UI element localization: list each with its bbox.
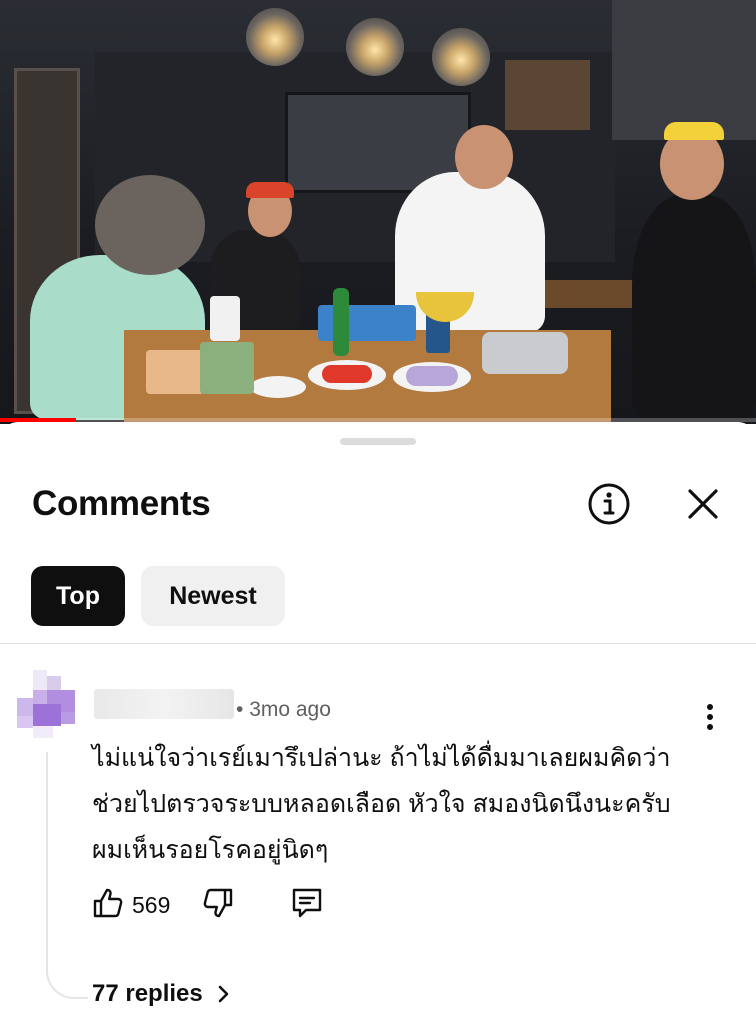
vegetable-packs [200,342,254,394]
comment-time-text: 3mo ago [249,698,331,721]
reply-comment-icon [293,888,322,917]
chevron-right-icon [218,985,229,1003]
comment-line: ผมเห็นรอยโรคอยู่นิดๆ [92,836,329,864]
steel-pot [482,332,568,374]
chef-head [455,125,513,189]
close-button[interactable] [680,481,726,527]
divider [0,643,756,644]
comment-username-redacted[interactable] [94,689,234,719]
comment-timestamp: • 3mo ago [236,698,331,721]
info-button[interactable] [586,481,632,527]
person-left-hair [95,175,205,275]
red-cap [246,182,294,198]
white-cup [210,296,240,341]
video-player[interactable] [0,0,756,424]
page-title: Comments [32,484,211,523]
drag-handle[interactable] [340,438,416,445]
close-icon [688,489,718,519]
like-button[interactable] [92,887,124,924]
comment-more-button[interactable] [698,703,722,731]
herb-plate [250,376,306,398]
pendant-lamp [432,28,490,86]
comment-text: ไม่แน่ใจว่าเรย์เมารึเปล่านะ ถ้าไม่ได้ดื่… [92,735,712,873]
food-packs [146,350,204,394]
purple-onion [406,366,458,386]
comment-actions: 569 [92,885,324,925]
range-hood [612,0,756,140]
view-replies-button[interactable]: 77 replies [92,980,235,1008]
thumbs-down-icon [204,888,233,917]
like-count: 569 [132,891,171,918]
thumbs-up-icon [93,888,123,917]
avatar-pixelated-icon [17,670,75,738]
reply-thread-line [46,752,88,999]
comment-line: ไม่แน่ใจว่าเรย์เมารึเปล่านะ ถ้าไม่ได้ดื่… [92,744,671,772]
replies-label: 77 replies [92,980,203,1007]
tab-newest[interactable]: Newest [141,566,285,626]
reply-button[interactable] [290,887,324,924]
avatar[interactable] [17,670,75,738]
yellow-cap [664,122,724,140]
dislike-button[interactable] [202,887,234,924]
pendant-lamp [246,8,304,66]
pendant-lamp [346,18,404,76]
person-right-shirt [632,195,756,420]
more-vertical-icon [707,704,713,730]
green-bottle [333,288,349,356]
tomatoes [322,365,372,383]
wood-shelf [505,60,590,130]
chef-shirt [395,172,545,332]
comment-line: ช่วยไปตรวจระบบหลอดเลือด หัวใจ สมองนิดนึง… [92,790,671,818]
info-icon [588,483,630,525]
tab-top[interactable]: Top [31,566,125,626]
comments-sheet: Comments Top Newest • 3mo ago ไม่แน่ใจว่… [0,422,756,1024]
